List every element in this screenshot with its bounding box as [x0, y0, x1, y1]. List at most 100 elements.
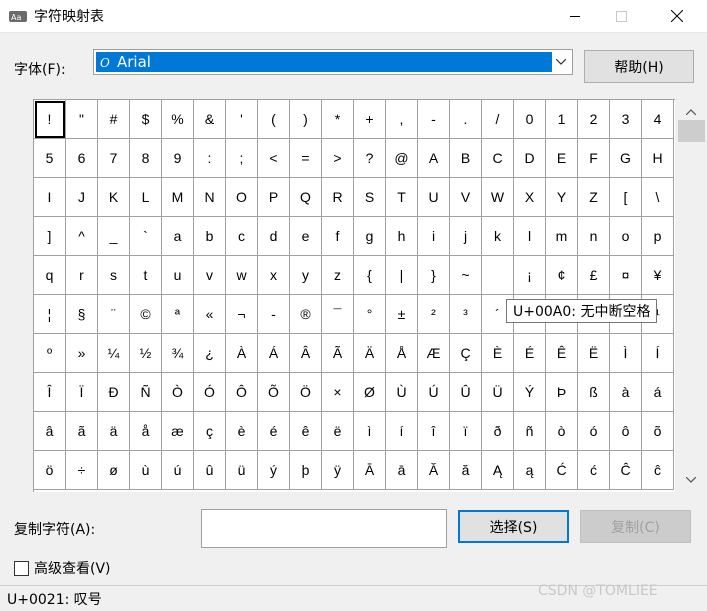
char-cell[interactable]: B: [450, 139, 482, 178]
char-cell[interactable]: õ: [642, 412, 674, 451]
char-cell[interactable]: ¡: [514, 256, 546, 295]
char-cell[interactable]: e: [290, 217, 322, 256]
char-cell[interactable]: 3: [610, 100, 642, 139]
scroll-thumb[interactable]: [678, 120, 705, 142]
char-cell[interactable]: ć: [578, 451, 610, 490]
char-cell[interactable]: H: [642, 139, 674, 178]
char-cell[interactable]: ¿: [194, 334, 226, 373]
scroll-down-icon[interactable]: [685, 471, 697, 487]
char-cell[interactable]: ç: [194, 412, 226, 451]
char-cell[interactable]: C: [482, 139, 514, 178]
char-cell[interactable]: ©: [130, 295, 162, 334]
char-cell[interactable]: W: [482, 178, 514, 217]
char-cell[interactable]: é: [258, 412, 290, 451]
char-cell[interactable]: Ð: [98, 373, 130, 412]
font-selected-value[interactable]: O Arial: [96, 52, 552, 72]
char-cell[interactable]: ü: [226, 451, 258, 490]
char-cell[interactable]: ù: [130, 451, 162, 490]
char-cell[interactable]: G: [610, 139, 642, 178]
char-cell[interactable]: f: [322, 217, 354, 256]
char-cell[interactable]: ": [66, 100, 98, 139]
char-cell[interactable]: 0: [514, 100, 546, 139]
char-cell[interactable]: <: [258, 139, 290, 178]
char-cell[interactable]: p: [642, 217, 674, 256]
char-cell[interactable]: 7: [98, 139, 130, 178]
char-cell[interactable]: ^: [66, 217, 98, 256]
char-cell[interactable]: ą: [514, 451, 546, 490]
char-cell[interactable]: 6: [66, 139, 98, 178]
minimize-button[interactable]: [552, 0, 598, 32]
char-cell[interactable]: í: [386, 412, 418, 451]
char-cell[interactable]: =: [290, 139, 322, 178]
char-cell[interactable]: &: [194, 100, 226, 139]
font-dropdown[interactable]: O Arial: [93, 49, 573, 75]
char-cell[interactable]: a: [162, 217, 194, 256]
char-cell[interactable]: Â: [290, 334, 322, 373]
char-cell[interactable]: ÿ: [322, 451, 354, 490]
char-cell[interactable]: 1: [546, 100, 578, 139]
char-cell[interactable]: U: [418, 178, 450, 217]
char-cell[interactable]: w: [226, 256, 258, 295]
char-cell[interactable]: 8: [130, 139, 162, 178]
char-cell[interactable]: Ü: [482, 373, 514, 412]
char-cell[interactable]: ¥: [642, 256, 674, 295]
char-cell[interactable]: /: [482, 100, 514, 139]
char-cell[interactable]: Û: [450, 373, 482, 412]
char-cell[interactable]: Í: [642, 334, 674, 373]
char-cell[interactable]: ¨: [98, 295, 130, 334]
char-cell[interactable]: È: [482, 334, 514, 373]
char-cell[interactable]: ®: [290, 295, 322, 334]
char-cell[interactable]: ó: [578, 412, 610, 451]
scroll-up-icon[interactable]: [685, 103, 697, 119]
char-cell[interactable]: ì: [354, 412, 386, 451]
char-cell[interactable]: ¼: [98, 334, 130, 373]
advanced-view-option[interactable]: 高级查看(V): [14, 558, 111, 578]
char-cell[interactable]: ã: [66, 412, 98, 451]
char-cell[interactable]: ï: [450, 412, 482, 451]
char-cell[interactable]: [: [610, 178, 642, 217]
char-cell[interactable]: ë: [322, 412, 354, 451]
char-cell[interactable]: å: [130, 412, 162, 451]
char-cell[interactable]: 4: [642, 100, 674, 139]
char-cell[interactable]: }: [418, 256, 450, 295]
char-cell[interactable]: 5: [34, 139, 66, 178]
char-cell[interactable]: Ô: [226, 373, 258, 412]
char-cell[interactable]: ,: [386, 100, 418, 139]
char-cell[interactable]: â: [34, 412, 66, 451]
char-cell[interactable]: Ò: [162, 373, 194, 412]
char-cell[interactable]: É: [514, 334, 546, 373]
select-button[interactable]: 选择(S): [458, 510, 569, 543]
char-cell[interactable]: ă: [450, 451, 482, 490]
char-cell[interactable]: v: [194, 256, 226, 295]
char-cell[interactable]: ¯: [322, 295, 354, 334]
char-cell[interactable]: x: [258, 256, 290, 295]
char-cell[interactable]: q: [34, 256, 66, 295]
char-cell[interactable]: k: [482, 217, 514, 256]
char-cell[interactable]: t: [130, 256, 162, 295]
help-button[interactable]: 帮助(H): [584, 50, 694, 83]
char-cell[interactable]: ÷: [66, 451, 98, 490]
char-cell[interactable]: b: [194, 217, 226, 256]
char-cell[interactable]: Ö: [290, 373, 322, 412]
char-cell[interactable]: ñ: [514, 412, 546, 451]
char-cell[interactable]: ?: [354, 139, 386, 178]
char-cell[interactable]: m: [546, 217, 578, 256]
char-cell[interactable]: s: [98, 256, 130, 295]
chevron-down-icon[interactable]: [553, 54, 569, 70]
char-cell[interactable]: §: [66, 295, 98, 334]
char-cell[interactable]: ¾: [162, 334, 194, 373]
char-cell[interactable]: 9: [162, 139, 194, 178]
char-cell[interactable]: Î: [34, 373, 66, 412]
char-cell[interactable]: ): [290, 100, 322, 139]
char-cell[interactable]: $: [130, 100, 162, 139]
char-cell[interactable]: l: [514, 217, 546, 256]
copy-characters-input[interactable]: [201, 509, 447, 548]
char-cell[interactable]: ½: [130, 334, 162, 373]
char-cell[interactable]: °: [354, 295, 386, 334]
char-cell[interactable]: ð: [482, 412, 514, 451]
char-cell[interactable]: ³: [450, 295, 482, 334]
close-button[interactable]: [654, 0, 700, 32]
char-cell[interactable]: ¢: [546, 256, 578, 295]
char-cell[interactable]: A: [418, 139, 450, 178]
char-cell[interactable]: ß: [578, 373, 610, 412]
